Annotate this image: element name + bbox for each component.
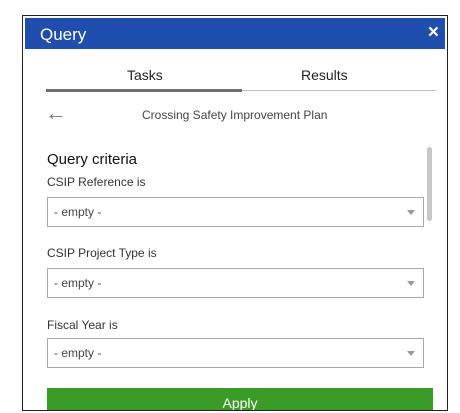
csip-project-type-value: - empty - xyxy=(54,276,102,290)
criteria-scroll-area[interactable]: Query criteria CSIP Reference is - empty… xyxy=(47,149,443,379)
scrollbar-thumb[interactable] xyxy=(427,147,432,221)
apply-button[interactable]: Apply xyxy=(47,388,433,410)
csip-project-type-select[interactable]: - empty - xyxy=(47,268,424,298)
fiscal-year-select[interactable]: - empty - xyxy=(47,338,424,368)
tab-results[interactable]: Results xyxy=(301,67,348,83)
fiscal-year-label: Fiscal Year is xyxy=(47,318,118,332)
csip-reference-select[interactable]: - empty - xyxy=(47,197,424,227)
chevron-down-icon xyxy=(407,281,415,286)
tab-bar: Tasks Results xyxy=(46,60,436,92)
panel-title: Query xyxy=(40,25,87,44)
close-icon[interactable]: × xyxy=(428,22,439,44)
tab-tasks[interactable]: Tasks xyxy=(127,67,163,83)
csip-project-type-label: CSIP Project Type is xyxy=(47,246,157,260)
panel-header: Query × xyxy=(25,18,445,49)
csip-reference-value: - empty - xyxy=(54,205,102,219)
chevron-down-icon xyxy=(407,351,415,356)
csip-reference-label: CSIP Reference is xyxy=(47,175,146,189)
fiscal-year-value: - empty - xyxy=(54,346,102,360)
back-arrow-icon[interactable]: ← xyxy=(45,102,67,124)
task-title: Crossing Safety Improvement Plan xyxy=(142,108,328,122)
query-criteria-heading: Query criteria xyxy=(47,151,138,168)
chevron-down-icon xyxy=(407,210,415,215)
active-tab-indicator xyxy=(46,89,242,92)
query-panel: Query × Tasks Results ← Crossing Safety … xyxy=(22,15,448,411)
